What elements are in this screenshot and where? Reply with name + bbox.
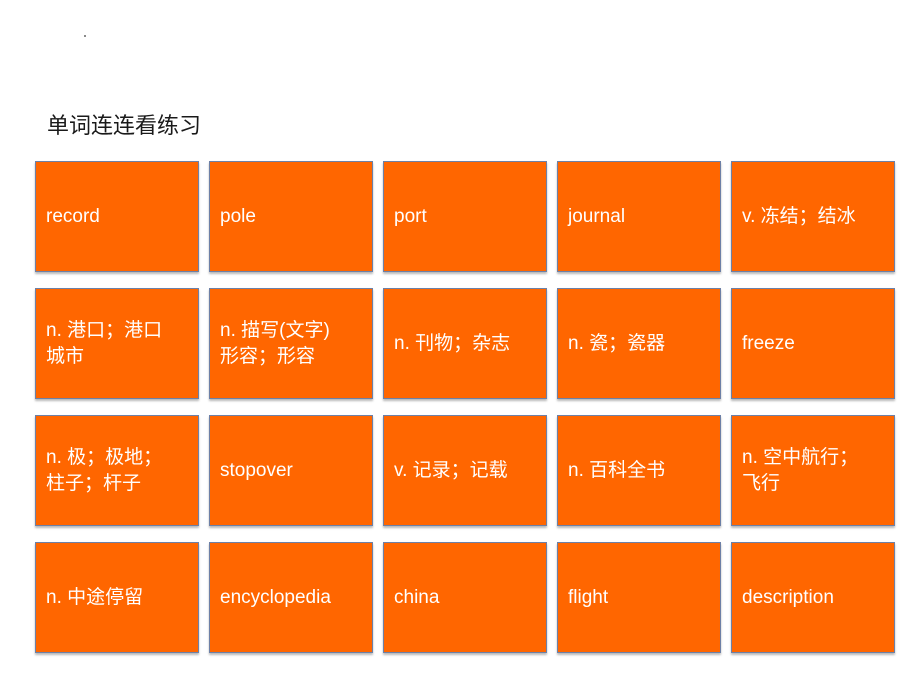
card-label: n. 描写(文字) 形容；形容 xyxy=(220,319,330,367)
card-label: freeze xyxy=(742,332,795,354)
card-label: n. 极；极地； 柱子；杆子 xyxy=(46,446,163,494)
page-title: 单词连连看练习 xyxy=(47,114,202,139)
meaning-card-china[interactable]: n. 瓷；瓷器 xyxy=(557,288,721,399)
word-card-journal[interactable]: journal xyxy=(557,161,721,272)
card-label: flight xyxy=(568,586,609,608)
card-label: n. 中途停留 xyxy=(46,586,144,608)
card-label: description xyxy=(742,586,834,608)
card-label: n. 瓷；瓷器 xyxy=(568,332,666,354)
card-label: v. 冻结；结冰 xyxy=(742,205,856,227)
card-label: n. 百科全书 xyxy=(568,459,666,481)
word-card-encyclopedia[interactable]: encyclopedia xyxy=(209,542,373,653)
meaning-card-port[interactable]: n. 港口；港口 城市 xyxy=(35,288,199,399)
word-match-grid: record pole port journal v. 冻结；结冰 n. 港口；… xyxy=(35,161,895,653)
card-label: pole xyxy=(220,205,256,227)
meaning-card-encyclopedia[interactable]: n. 百科全书 xyxy=(557,415,721,526)
word-card-pole[interactable]: pole xyxy=(209,161,373,272)
word-card-port[interactable]: port xyxy=(383,161,547,272)
card-label: v. 记录；记载 xyxy=(394,459,508,481)
card-label: stopover xyxy=(220,459,293,481)
card-label: journal xyxy=(568,205,626,227)
meaning-card-journal[interactable]: n. 刊物；杂志 xyxy=(383,288,547,399)
card-label: china xyxy=(394,586,440,608)
card-label: n. 港口；港口 城市 xyxy=(46,319,163,367)
meaning-card-record[interactable]: v. 记录；记载 xyxy=(383,415,547,526)
word-card-description[interactable]: description xyxy=(731,542,895,653)
card-label: port xyxy=(394,205,427,227)
word-card-freeze[interactable]: freeze xyxy=(731,288,895,399)
card-label: record xyxy=(46,205,100,227)
word-card-stopover[interactable]: stopover xyxy=(209,415,373,526)
card-label: n. 刊物；杂志 xyxy=(394,332,511,354)
meaning-card-pole[interactable]: n. 极；极地； 柱子；杆子 xyxy=(35,415,199,526)
card-label: encyclopedia xyxy=(220,586,331,608)
card-label: n. 空中航行； 飞行 xyxy=(742,446,859,494)
meaning-card-flight[interactable]: n. 空中航行； 飞行 xyxy=(731,415,895,526)
meaning-card-description[interactable]: n. 描写(文字) 形容；形容 xyxy=(209,288,373,399)
meaning-card-freeze[interactable]: v. 冻结；结冰 xyxy=(731,161,895,272)
word-card-flight[interactable]: flight xyxy=(557,542,721,653)
word-card-record[interactable]: record xyxy=(35,161,199,272)
meaning-card-stopover[interactable]: n. 中途停留 xyxy=(35,542,199,653)
decorative-dot xyxy=(84,35,86,37)
word-card-china[interactable]: china xyxy=(383,542,547,653)
